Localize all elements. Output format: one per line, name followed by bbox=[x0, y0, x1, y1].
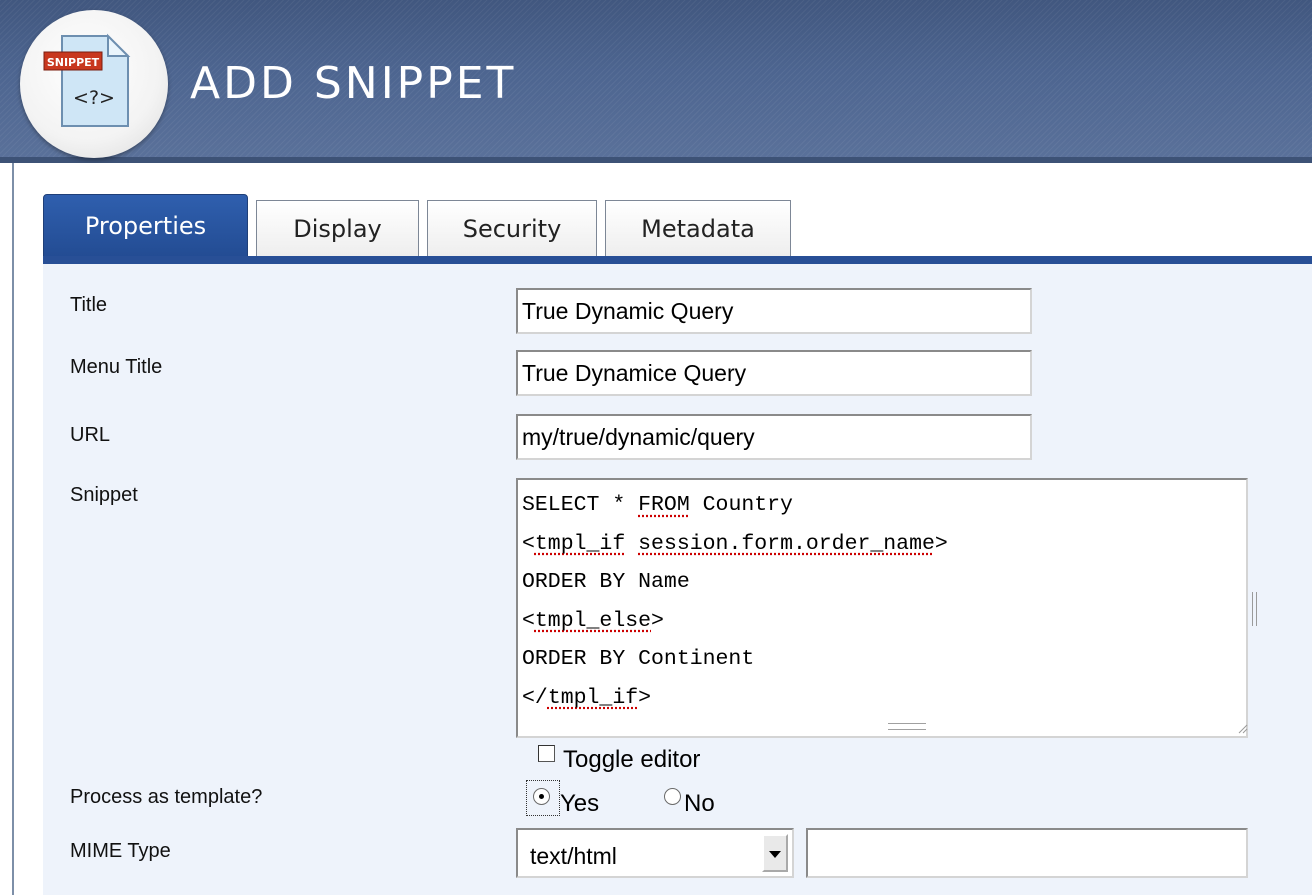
mime-type-select[interactable]: text/html bbox=[516, 828, 794, 878]
tab-properties[interactable]: Properties bbox=[43, 194, 248, 258]
snippet-line: </tmpl_if> bbox=[522, 679, 1246, 718]
mime-type-custom-input[interactable] bbox=[806, 828, 1248, 878]
process-template-label: Process as template? bbox=[70, 786, 262, 809]
yes-radio-label[interactable]: Yes bbox=[560, 790, 599, 818]
toggle-editor-label[interactable]: Toggle editor bbox=[563, 746, 700, 774]
tab-bar-underline bbox=[43, 256, 1312, 264]
snippet-line: ORDER BY Continent bbox=[522, 640, 1246, 679]
snippet-line: <tmpl_else> bbox=[522, 602, 1246, 641]
menu-title-input[interactable]: True Dynamice Query bbox=[516, 350, 1032, 396]
menu-title-label: Menu Title bbox=[70, 356, 162, 379]
dropdown-button[interactable] bbox=[762, 834, 788, 872]
page-title: ADD SNIPPET bbox=[190, 58, 516, 109]
title-input[interactable]: True Dynamic Query bbox=[516, 288, 1032, 334]
radio-selected-dot bbox=[539, 794, 544, 799]
chevron-down-icon bbox=[769, 851, 781, 858]
snippet-line: ORDER BY Name bbox=[522, 563, 1246, 602]
no-radio[interactable] bbox=[664, 788, 681, 805]
snippet-line: <tmpl_if session.form.order_name> bbox=[522, 525, 1246, 564]
url-label: URL bbox=[70, 424, 110, 447]
textarea-resize-handle[interactable] bbox=[888, 723, 926, 730]
textarea-scroll-grip[interactable] bbox=[1252, 592, 1257, 626]
logo-glyph-text: <?> bbox=[73, 87, 115, 109]
yes-radio[interactable] bbox=[533, 788, 550, 805]
mime-type-selected-value: text/html bbox=[530, 843, 617, 870]
no-radio-label[interactable]: No bbox=[684, 790, 715, 818]
tab-security[interactable]: Security bbox=[427, 200, 597, 256]
url-input[interactable]: my/true/dynamic/query bbox=[516, 414, 1032, 460]
snippet-file-icon: SNIPPET <?> bbox=[42, 28, 138, 132]
snippet-line: SELECT * FROM Country bbox=[522, 486, 1246, 525]
resize-corner-icon[interactable] bbox=[1236, 722, 1248, 734]
tab-metadata[interactable]: Metadata bbox=[605, 200, 791, 256]
mime-type-label: MIME Type bbox=[70, 840, 171, 863]
toggle-editor-checkbox[interactable] bbox=[538, 745, 555, 762]
logo-badge-text: SNIPPET bbox=[47, 56, 100, 69]
title-label: Title bbox=[70, 294, 107, 317]
snippet-label: Snippet bbox=[70, 484, 138, 507]
snippet-textarea[interactable]: SELECT * FROM Country <tmpl_if session.f… bbox=[516, 478, 1248, 738]
tab-display[interactable]: Display bbox=[256, 200, 419, 256]
